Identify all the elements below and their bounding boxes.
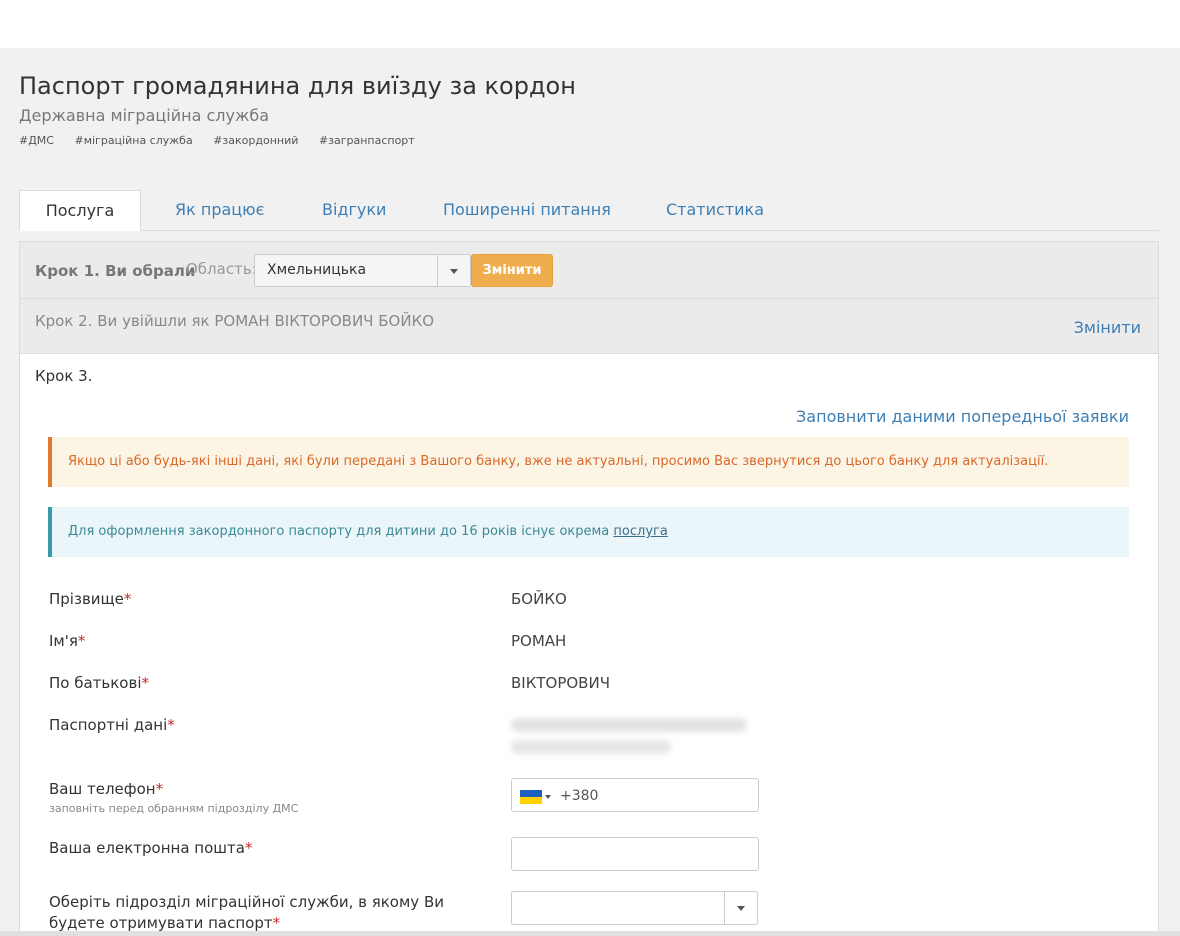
child-service-link[interactable]: послуга — [613, 524, 667, 539]
tab-reviews[interactable]: Відгуки — [322, 190, 386, 231]
page-content: Паспорт громадянина для виїзду за кордон… — [0, 48, 1180, 936]
tab-statistics[interactable]: Статистика — [666, 190, 764, 231]
required-mark: * — [77, 632, 86, 650]
page-title: Паспорт громадянина для виїзду за кордон — [19, 72, 576, 100]
required-mark: * — [167, 716, 175, 734]
tag-list: #ДМС #міграційна служба #закордонний #за… — [19, 134, 432, 147]
bottom-border — [0, 931, 1180, 936]
tab-bar: Послуга Як працює Відгуки Поширенні пита… — [19, 190, 1159, 231]
required-mark: * — [244, 839, 253, 857]
tag[interactable]: #міграційна служба — [74, 134, 192, 147]
required-mark: * — [272, 914, 281, 932]
email-label: Ваша електронна пошта* — [49, 839, 253, 857]
chevron-down-icon[interactable] — [437, 255, 470, 286]
warning-alert: Якщо ці або будь-які інші дані, які були… — [48, 437, 1129, 487]
info-alert: Для оформлення закордонного паспорту для… — [48, 507, 1129, 557]
region-label: Область: — [186, 260, 257, 278]
phone-hint: заповніть перед обранням підрозділу ДМС — [49, 802, 299, 815]
page-subtitle: Державна міграційна служба — [19, 106, 270, 125]
step-3-label: Крок 3. — [35, 367, 93, 385]
unit-select[interactable] — [511, 891, 758, 925]
warning-text: Якщо ці або будь-які інші дані, які були… — [68, 454, 1049, 469]
step-1: Крок 1. Ви обрали Область: Хмельницька З… — [20, 242, 1158, 299]
info-text: Для оформлення закордонного паспорту для… — [68, 524, 668, 539]
phone-input[interactable]: +380 — [511, 778, 759, 812]
ukraine-flag-icon[interactable] — [520, 790, 542, 804]
tab-service[interactable]: Послуга — [19, 190, 141, 231]
email-input[interactable] — [511, 837, 759, 871]
fill-previous-link[interactable]: Заповнити даними попередньої заявки — [796, 407, 1129, 426]
change-user-link[interactable]: Змінити — [1074, 318, 1141, 337]
patronymic-value: ВІКТОРОВИЧ — [511, 674, 610, 692]
region-value: Хмельницька — [267, 262, 367, 278]
step-2: Крок 2. Ви увійшли як РОМАН ВІКТОРОВИЧ Б… — [20, 299, 1158, 354]
unit-label-line2: будете отримувати паспорт* — [49, 914, 281, 932]
phone-label: Ваш телефон* — [49, 780, 164, 798]
name-label: Ім'я* — [49, 632, 86, 650]
step-1-label: Крок 1. Ви обрали — [35, 262, 196, 280]
tab-how-it-works[interactable]: Як працює — [175, 190, 264, 231]
service-panel: Крок 1. Ви обрали Область: Хмельницька З… — [19, 241, 1159, 936]
phone-code: +380 — [560, 788, 599, 804]
surname-label: Прізвище* — [49, 590, 132, 608]
required-mark: * — [123, 590, 132, 608]
tag[interactable]: #загранпаспорт — [319, 134, 415, 147]
passport-data-redacted — [511, 740, 671, 754]
passport-label: Паспортні дані* — [49, 716, 175, 734]
region-select[interactable]: Хмельницька — [254, 254, 471, 287]
tag[interactable]: #закордонний — [213, 134, 298, 147]
required-mark: * — [141, 674, 150, 692]
tag[interactable]: #ДМС — [19, 134, 54, 147]
surname-value: БОЙКО — [511, 590, 567, 608]
unit-label: Оберіть підрозділ міграційної служби, в … — [49, 893, 444, 911]
top-bar — [0, 0, 1180, 48]
chevron-down-icon[interactable] — [545, 795, 551, 799]
patronymic-label: По батькові* — [49, 674, 149, 692]
passport-data-redacted — [511, 718, 747, 732]
change-region-button[interactable]: Змінити — [471, 254, 553, 287]
required-mark: * — [155, 780, 164, 798]
name-value: РОМАН — [511, 632, 567, 650]
tab-faq[interactable]: Поширенні питання — [443, 190, 611, 231]
step-2-label: Крок 2. Ви увійшли як РОМАН ВІКТОРОВИЧ Б… — [35, 312, 435, 330]
chevron-down-icon[interactable] — [724, 892, 757, 924]
